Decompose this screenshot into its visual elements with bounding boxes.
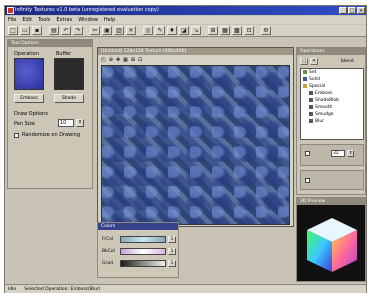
print-icon[interactable]: ▤ — [49, 26, 59, 35]
menu-extras[interactable]: Extras — [56, 16, 72, 24]
preview-panel: 3D Preview — [296, 197, 366, 282]
draw-options-label: Draw Options — [14, 111, 48, 117]
pen-size-input[interactable]: 10 — [58, 119, 74, 127]
redo-icon[interactable]: ↷ — [73, 26, 83, 35]
picker-icon[interactable]: ↘ — [191, 26, 201, 35]
canvas-zoom-icon[interactable]: ⊕ — [109, 56, 113, 64]
zoom-icon[interactable]: ◎ — [143, 26, 153, 35]
operations-title: Operations — [297, 48, 365, 55]
canvas-move-icon[interactable]: ✥ — [116, 56, 120, 64]
menu-bar: File Edit Tools Extras Window Help — [5, 16, 366, 24]
preview-title: 3D Preview — [297, 198, 365, 205]
buffer-label: Buffer — [56, 51, 72, 57]
menu-edit[interactable]: Edit — [22, 16, 32, 24]
canvas-fit-icon[interactable]: ⊡ — [138, 56, 142, 64]
bkcol-label: BkCol — [102, 249, 115, 254]
tree-item[interactable]: Smooth — [303, 104, 363, 111]
texture-canvas[interactable] — [101, 65, 290, 225]
canvas-window: [Untitled] 128x128 Texture (400x400) ◰ ⊕… — [97, 47, 294, 227]
canvas-title: [Untitled] 128x128 Texture (400x400) — [98, 48, 293, 55]
app-window: Infinity Textures v1.0 beta (unregistere… — [4, 5, 367, 293]
close-button[interactable]: × — [357, 7, 365, 14]
buffer-swatch[interactable] — [54, 58, 84, 90]
colors-title: Colors — [98, 223, 178, 230]
grad-label: Grad — [102, 261, 113, 266]
app-icon — [7, 7, 14, 14]
tree-item[interactable]: Emboss — [303, 90, 363, 97]
status-middle: Selected Operation: Emboss(Blur) — [24, 287, 101, 292]
grid-icon[interactable]: ⊞ — [208, 26, 218, 35]
blend-label: blend — [341, 59, 354, 64]
bkcol-gradient[interactable] — [120, 248, 166, 255]
settings-icon[interactable]: ⚙ — [261, 26, 271, 35]
ops-new-icon[interactable]: □ — [300, 58, 308, 65]
canvas-grid-icon[interactable]: ⊞ — [131, 56, 135, 64]
render-icon[interactable]: ▩ — [232, 26, 242, 35]
tree-item[interactable]: Solid — [303, 76, 363, 83]
delete-icon[interactable]: ✕ — [126, 26, 136, 35]
tool-options-panel: Tool Options Operation Buffer Emboss Sha… — [7, 39, 93, 189]
shade-button[interactable]: Shade — [54, 94, 84, 103]
param-checkbox-2[interactable] — [305, 178, 310, 183]
canvas-tile-icon[interactable]: ▦ — [123, 56, 128, 64]
cut-icon[interactable]: ✂ — [90, 26, 100, 35]
tree-item[interactable]: Smudge — [303, 111, 363, 118]
grad-value[interactable]: 1 — [168, 260, 176, 267]
param-checkbox[interactable] — [305, 151, 310, 156]
save-icon[interactable]: ▪ — [32, 26, 42, 35]
minimize-button[interactable]: _ — [339, 7, 347, 14]
toolbar: □ ▭ ▪ ▤ ↶ ↷ ✂ ▣ ▥ ✕ ◎ ✎ ♦ ◪ ↘ ⊞ ▦ ▩ ⊡ ⚙ — [5, 25, 366, 37]
randomize-label: Randomize on Drawing — [22, 132, 80, 138]
menu-tools[interactable]: Tools — [38, 16, 50, 24]
menu-help[interactable]: Help — [104, 16, 115, 24]
menu-window[interactable]: Window — [78, 16, 98, 24]
randomize-checkbox[interactable] — [14, 133, 19, 138]
tree-item[interactable]: ShadeBlob — [303, 97, 363, 104]
copy-icon[interactable]: ▣ — [102, 26, 112, 35]
colors-panel: Colors FrCol 1 BkCol 1 Grad 1 — [97, 222, 179, 278]
fill-icon[interactable]: ◪ — [179, 26, 189, 35]
brush-icon[interactable]: ♦ — [167, 26, 177, 35]
pen-size-label: Pen Size — [14, 121, 35, 127]
pencil-icon[interactable]: ✎ — [155, 26, 165, 35]
param-spinner[interactable]: ⇕ — [347, 150, 354, 157]
frcol-gradient[interactable] — [120, 236, 166, 243]
canvas-select-icon[interactable]: ◰ — [101, 56, 106, 64]
window-title: Infinity Textures v1.0 beta (unregistere… — [15, 7, 159, 13]
tree-item[interactable]: Blur — [303, 118, 363, 125]
operation-params-2 — [300, 170, 364, 190]
menu-file[interactable]: File — [8, 16, 16, 24]
maximize-button[interactable]: □ — [348, 7, 356, 14]
status-bar: Idle Selected Operation: Emboss(Blur) — [5, 284, 366, 293]
open-icon[interactable]: ▭ — [20, 26, 30, 35]
tree-item[interactable]: Special — [303, 83, 363, 90]
status-left: Idle — [8, 287, 17, 292]
canvas-toolbar: ◰ ⊕ ✥ ▦ ⊞ ⊡ — [99, 56, 292, 64]
ops-delete-icon[interactable]: ✕ — [310, 58, 318, 65]
operation-params: 32 ⇕ — [300, 144, 364, 166]
paste-icon[interactable]: ▥ — [114, 26, 124, 35]
undo-icon[interactable]: ↶ — [61, 26, 71, 35]
color-cube[interactable] — [301, 210, 363, 280]
tile-icon[interactable]: ▦ — [220, 26, 230, 35]
operations-panel: Operations □ ✕ blend Set Solid Special E… — [296, 47, 366, 195]
title-bar: Infinity Textures v1.0 beta (unregistere… — [5, 6, 366, 15]
param-input[interactable]: 32 — [331, 150, 345, 157]
operations-tree: Set Solid Special Emboss ShadeBlob Smoot… — [300, 68, 364, 140]
bkcol-value[interactable]: 1 — [168, 248, 176, 255]
tool-options-title: Tool Options — [8, 40, 92, 47]
grad-gradient[interactable] — [120, 260, 166, 267]
emboss-button[interactable]: Emboss — [14, 94, 44, 103]
operation-swatch[interactable] — [14, 58, 44, 90]
tree-item[interactable]: Set — [303, 69, 363, 76]
operation-label: Operation — [14, 51, 39, 57]
frcol-label: FrCol — [102, 237, 114, 242]
new-icon[interactable]: □ — [8, 26, 18, 35]
frcol-value[interactable]: 1 — [168, 236, 176, 243]
pen-size-spinner[interactable]: ⇕ — [76, 119, 84, 127]
export-icon[interactable]: ⊡ — [244, 26, 254, 35]
